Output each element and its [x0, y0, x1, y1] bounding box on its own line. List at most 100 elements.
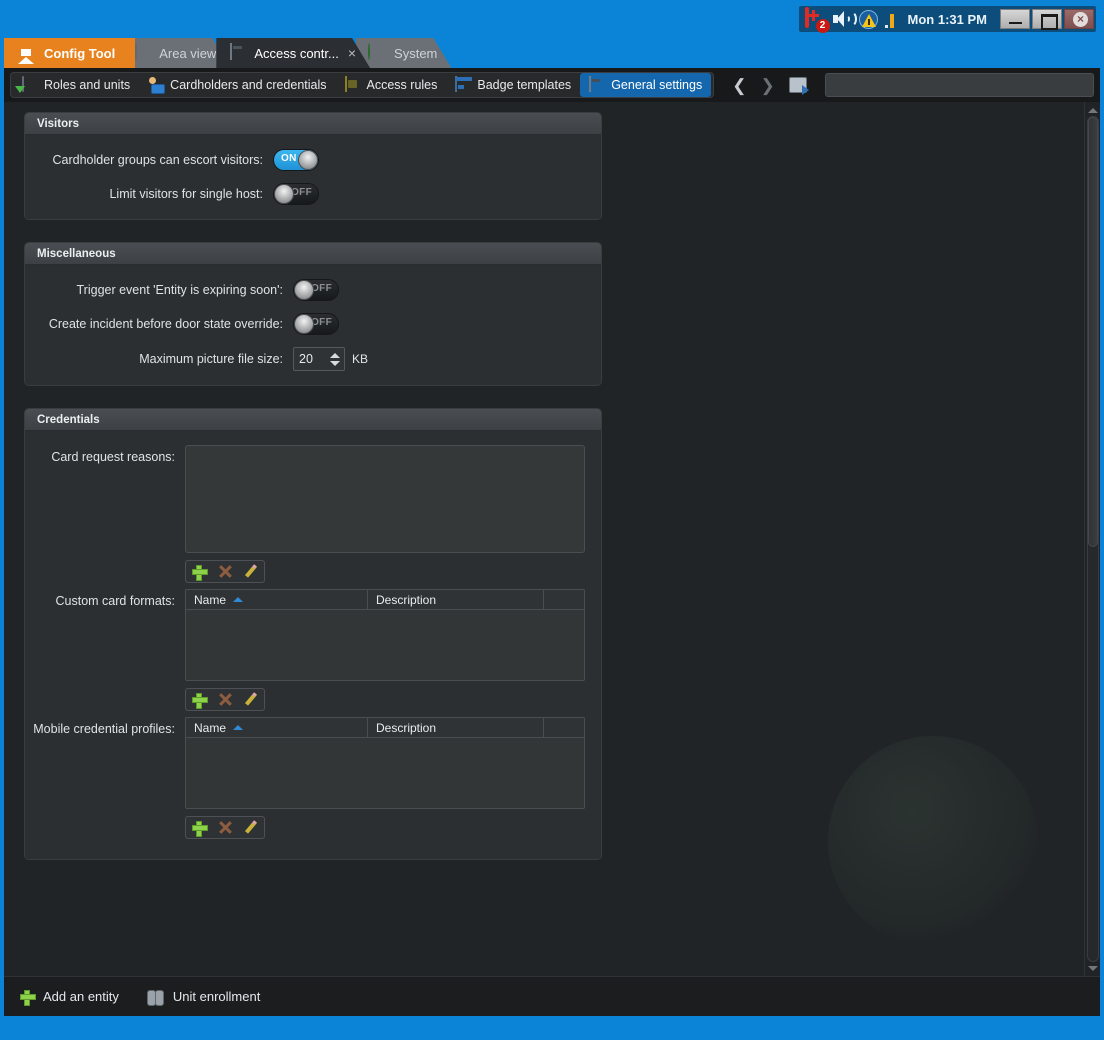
section-miscellaneous: Miscellaneous Trigger event 'Entity is e…: [24, 242, 602, 386]
toolbar-item-roles-and-units[interactable]: Roles and units: [13, 73, 139, 97]
add-button[interactable]: [186, 561, 212, 582]
back-icon[interactable]: ❮: [732, 77, 746, 94]
field-card-request-reasons: Card request reasons:: [25, 445, 585, 583]
setting-label: Trigger event 'Entity is expiring soon':: [25, 283, 293, 297]
plus-icon: [20, 990, 34, 1004]
scrollbar-track[interactable]: [1087, 116, 1099, 962]
warning-shield-icon[interactable]: [859, 10, 878, 29]
scrollbar-thumb[interactable]: [1088, 117, 1098, 547]
navigation-arrows: ❮ ❯: [732, 77, 775, 94]
stepper-arrows[interactable]: [329, 348, 344, 370]
x-icon: [219, 693, 232, 706]
plus-icon: [192, 821, 206, 835]
toolbar-item-access-rules[interactable]: Access rules: [336, 73, 447, 97]
remove-button[interactable]: [212, 561, 238, 582]
setting-row-trigger-expiring-event: Trigger event 'Entity is expiring soon':…: [25, 279, 585, 301]
snapshot-icon[interactable]: [789, 77, 807, 93]
remove-button[interactable]: [212, 689, 238, 710]
toolbar-task-group: Roles and units Cardholders and credenti…: [10, 72, 714, 98]
column-header-label: Description: [376, 721, 436, 735]
minimize-button[interactable]: [1000, 9, 1030, 29]
window-controls: ×: [1000, 9, 1094, 29]
toggle-create-incident-before-door-override[interactable]: OFF: [293, 313, 339, 335]
speaker-icon[interactable]: [832, 10, 852, 28]
stepper-down-icon[interactable]: [330, 361, 340, 366]
field-mobile-credential-profiles: Mobile credential profiles: Name Desc: [25, 717, 585, 839]
column-header-name[interactable]: Name: [186, 718, 368, 737]
signal-icon[interactable]: [885, 11, 899, 28]
add-button[interactable]: [186, 817, 212, 838]
search-input[interactable]: [825, 73, 1094, 97]
tab-config-tool[interactable]: Config Tool: [4, 38, 135, 68]
setting-row-create-incident: Create incident before door state overri…: [25, 313, 585, 335]
badge-rules-icon: [345, 77, 361, 93]
custom-card-formats-table[interactable]: Name Description: [185, 589, 585, 681]
field-control-group: [185, 445, 585, 583]
forward-icon[interactable]: ❯: [760, 77, 774, 94]
column-header-name[interactable]: Name: [186, 590, 368, 609]
max-picture-file-size-stepper[interactable]: 20: [293, 347, 345, 371]
x-icon: [219, 821, 232, 834]
tab-system[interactable]: System: [356, 38, 451, 68]
section-title: Miscellaneous: [25, 243, 601, 265]
sort-ascending-icon: [233, 597, 243, 602]
globe-icon: [368, 44, 386, 62]
tab-access-control[interactable]: Access contr... ×: [216, 38, 370, 68]
vertical-scrollbar[interactable]: [1084, 102, 1100, 976]
edit-button[interactable]: [238, 817, 264, 838]
stepper-unit-label: KB: [352, 352, 368, 366]
stepper-up-icon[interactable]: [330, 353, 340, 358]
scroll-down-button[interactable]: [1085, 960, 1100, 976]
column-header-label: Name: [194, 593, 226, 607]
unit-enrollment-button[interactable]: Unit enrollment: [147, 989, 260, 1004]
keypad-icon: [589, 77, 605, 93]
setting-row-limit-visitors: Limit visitors for single host: OFF: [25, 183, 585, 205]
toolbar-item-cardholders-and-credentials[interactable]: Cardholders and credentials: [139, 73, 335, 97]
health-plus-icon[interactable]: 2: [805, 9, 825, 29]
plus-icon: [192, 565, 206, 579]
toggle-knob: [294, 280, 314, 300]
stepper-value: 20: [294, 352, 329, 366]
toggle-state-label: OFF: [311, 283, 332, 294]
column-header-label: Description: [376, 593, 436, 607]
pencil-icon: [244, 821, 258, 835]
toggle-limit-visitors-for-single-host[interactable]: OFF: [273, 183, 319, 205]
toolbar-item-badge-templates[interactable]: Badge templates: [446, 73, 580, 97]
toggle-trigger-event-entity-expiring-soon[interactable]: OFF: [293, 279, 339, 301]
plus-icon: [192, 693, 206, 707]
table-body: [186, 610, 584, 680]
remove-button[interactable]: [212, 817, 238, 838]
section-body: Cardholder groups can escort visitors: O…: [25, 135, 601, 219]
binoculars-icon: [147, 990, 164, 1004]
table-header-row: Name Description: [186, 590, 584, 610]
tab-close-icon[interactable]: ×: [348, 46, 356, 60]
add-button[interactable]: [186, 689, 212, 710]
toolbar-item-general-settings[interactable]: General settings: [580, 73, 711, 97]
column-header-description[interactable]: Description: [368, 718, 544, 737]
section-title: Visitors: [25, 113, 601, 135]
column-header-description[interactable]: Description: [368, 590, 544, 609]
toggle-knob: [274, 184, 294, 204]
maximize-button[interactable]: [1032, 9, 1062, 29]
toggle-state-label: OFF: [291, 187, 312, 198]
custom-card-formats-toolbar: [185, 688, 265, 711]
tab-area-view[interactable]: Area view: [121, 38, 230, 68]
person-card-icon: [148, 77, 164, 93]
tab-label: Config Tool: [44, 46, 115, 61]
toolbar-item-label: Access rules: [367, 78, 438, 92]
main-toolbar: Roles and units Cardholders and credenti…: [4, 68, 1100, 102]
column-header-spacer: [544, 718, 584, 737]
toggle-cardholder-groups-can-escort-visitors[interactable]: ON: [273, 149, 319, 171]
mobile-credential-profiles-toolbar: [185, 816, 265, 839]
edit-button[interactable]: [238, 689, 264, 710]
add-an-entity-button[interactable]: Add an entity: [20, 989, 119, 1004]
field-custom-card-formats: Custom card formats: Name Description: [25, 589, 585, 711]
home-icon: [18, 44, 36, 62]
edit-button[interactable]: [238, 561, 264, 582]
table-header-row: Name Description: [186, 718, 584, 738]
close-button[interactable]: ×: [1064, 9, 1094, 29]
mobile-credential-profiles-table[interactable]: Name Description: [185, 717, 585, 809]
tab-label: Area view: [159, 46, 216, 61]
card-request-reasons-list[interactable]: [185, 445, 585, 553]
server-icon: [133, 44, 151, 62]
